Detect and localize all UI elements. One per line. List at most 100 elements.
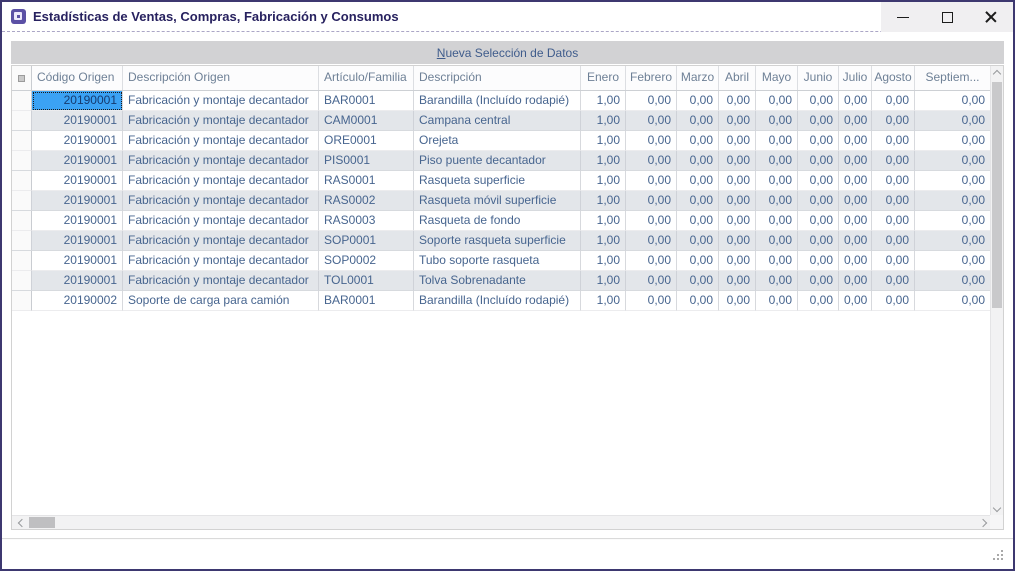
grid-cell[interactable]: Fabricación y montaje decantador (123, 231, 319, 251)
grid-cell[interactable]: 20190001 (32, 111, 123, 131)
grid-cell[interactable]: 0,00 (756, 191, 798, 211)
grid-cell[interactable]: Tolva Sobrenadante (414, 271, 581, 291)
grid-cell[interactable]: Fabricación y montaje decantador (123, 131, 319, 151)
grid-cell[interactable]: 0,00 (798, 271, 839, 291)
grid-cell[interactable]: 20190001 (32, 131, 123, 151)
grid-cell[interactable]: 0,00 (626, 231, 677, 251)
grid-cell[interactable]: 0,00 (798, 151, 839, 171)
grid-cell[interactable]: 0,00 (626, 191, 677, 211)
grid-cell[interactable]: 0,00 (719, 271, 756, 291)
grid-cell[interactable]: 0,00 (839, 171, 872, 191)
grid-cell[interactable]: 0,00 (677, 171, 719, 191)
grid-cell[interactable]: 0,00 (719, 91, 756, 111)
grid-cell[interactable]: 0,00 (677, 231, 719, 251)
vertical-scrollbar-thumb[interactable] (992, 82, 1002, 308)
grid-cell[interactable]: 0,00 (756, 151, 798, 171)
grid-cell[interactable]: 0,00 (756, 291, 798, 311)
grid-cell[interactable]: 0,00 (872, 91, 915, 111)
grid-cell[interactable]: 0,00 (915, 271, 990, 291)
column-header[interactable]: Descripción (414, 66, 581, 90)
grid-cell[interactable]: 0,00 (915, 131, 990, 151)
grid-cell[interactable]: 1,00 (581, 91, 626, 111)
grid-cell[interactable]: 0,00 (626, 251, 677, 271)
grid-cell[interactable]: 0,00 (839, 291, 872, 311)
grid-cell[interactable]: 0,00 (839, 131, 872, 151)
grid-cell[interactable]: 1,00 (581, 231, 626, 251)
grid-cell[interactable]: 0,00 (839, 111, 872, 131)
column-header[interactable]: Mayo (756, 66, 798, 90)
grid-cell[interactable]: 0,00 (915, 231, 990, 251)
grid-cell[interactable]: Fabricación y montaje decantador (123, 251, 319, 271)
grid-cell[interactable]: 0,00 (798, 251, 839, 271)
grid-cell[interactable]: 0,00 (626, 131, 677, 151)
grid-cell[interactable]: Campana central (414, 111, 581, 131)
grid-cell[interactable]: 20190001 (32, 171, 123, 191)
maximize-button[interactable] (925, 2, 969, 32)
grid-cell[interactable]: 0,00 (839, 91, 872, 111)
grid-cell[interactable]: 0,00 (798, 131, 839, 151)
grid-cell[interactable]: 0,00 (677, 251, 719, 271)
grid-cell[interactable]: 0,00 (719, 211, 756, 231)
row-indicator[interactable] (12, 231, 32, 251)
column-header[interactable]: Agosto (872, 66, 915, 90)
grid-cell[interactable]: 0,00 (798, 231, 839, 251)
scroll-down-button[interactable] (991, 502, 1003, 515)
grid-cell[interactable]: 0,00 (798, 91, 839, 111)
grid-cell[interactable]: 20190001 (32, 251, 123, 271)
scroll-left-button[interactable] (14, 516, 27, 529)
grid-cell[interactable]: RAS0003 (319, 211, 414, 231)
grid-cell[interactable]: 0,00 (756, 211, 798, 231)
grid-cell[interactable]: RAS0001 (319, 171, 414, 191)
select-all-header[interactable] (12, 66, 32, 90)
grid-cell[interactable]: 20190002 (32, 291, 123, 311)
grid-cell[interactable]: 0,00 (626, 151, 677, 171)
grid-cell[interactable]: BAR0001 (319, 91, 414, 111)
grid-cell[interactable]: 0,00 (719, 111, 756, 131)
grid-cell[interactable]: 20190001 (32, 231, 123, 251)
grid-cell[interactable]: 1,00 (581, 171, 626, 191)
column-header[interactable]: Junio (798, 66, 839, 90)
grid-cell[interactable]: 0,00 (677, 151, 719, 171)
grid-cell[interactable]: Fabricación y montaje decantador (123, 111, 319, 131)
grid-cell[interactable]: RAS0002 (319, 191, 414, 211)
grid-cell[interactable]: 0,00 (756, 171, 798, 191)
horizontal-scrollbar[interactable] (12, 515, 990, 529)
grid-cell[interactable]: 0,00 (719, 291, 756, 311)
grid-cell[interactable]: Soporte de carga para camión (123, 291, 319, 311)
grid-cell[interactable]: Fabricación y montaje decantador (123, 91, 319, 111)
grid-cell[interactable]: TOL0001 (319, 271, 414, 291)
grid-cell[interactable]: 0,00 (756, 91, 798, 111)
grid-cell[interactable]: 0,00 (719, 131, 756, 151)
grid-cell[interactable]: 0,00 (677, 291, 719, 311)
grid-cell[interactable]: Piso puente decantador (414, 151, 581, 171)
grid-cell[interactable]: 0,00 (915, 111, 990, 131)
grid-cell[interactable]: 0,00 (872, 151, 915, 171)
grid-cell[interactable]: 0,00 (872, 251, 915, 271)
grid-cell[interactable]: CAM0001 (319, 111, 414, 131)
row-indicator[interactable] (12, 91, 32, 111)
grid-cell[interactable]: Rasqueta de fondo (414, 211, 581, 231)
grid-cell[interactable]: 0,00 (626, 291, 677, 311)
grid-cell[interactable]: 1,00 (581, 131, 626, 151)
grid-cell[interactable]: Fabricación y montaje decantador (123, 171, 319, 191)
grid-cell[interactable]: 0,00 (798, 291, 839, 311)
grid-cell[interactable]: 0,00 (839, 231, 872, 251)
row-indicator[interactable] (12, 271, 32, 291)
grid-cell[interactable]: 20190001 (32, 271, 123, 291)
grid-cell[interactable]: 0,00 (677, 111, 719, 131)
close-button[interactable] (969, 2, 1013, 32)
grid-cell[interactable]: 0,00 (872, 131, 915, 151)
column-header[interactable]: Marzo (677, 66, 719, 90)
grid-cell[interactable]: 1,00 (581, 271, 626, 291)
grid-cell[interactable]: 0,00 (872, 231, 915, 251)
grid-cell[interactable]: 0,00 (719, 251, 756, 271)
grid-cell[interactable]: SOP0002 (319, 251, 414, 271)
row-indicator[interactable] (12, 291, 32, 311)
grid-cell[interactable]: 0,00 (839, 211, 872, 231)
grid-cell[interactable]: 1,00 (581, 111, 626, 131)
column-header[interactable]: Septiem... (915, 66, 990, 90)
grid-cell[interactable]: 0,00 (626, 271, 677, 291)
grid-cell[interactable]: 0,00 (915, 211, 990, 231)
grid-cell[interactable]: 0,00 (677, 131, 719, 151)
resize-grip-icon[interactable] (992, 550, 1004, 562)
